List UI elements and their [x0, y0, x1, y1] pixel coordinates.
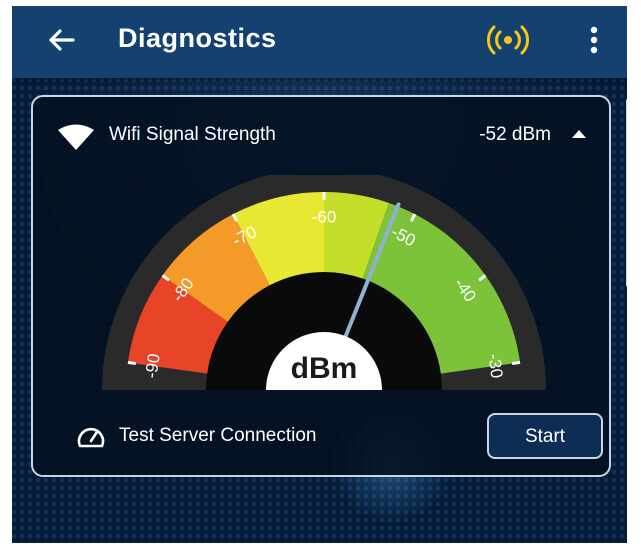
scrollbar[interactable]: [626, 98, 627, 288]
gauge-tick: [127, 360, 137, 366]
app-bar: Diagnostics: [12, 6, 627, 78]
speedometer-icon: [75, 421, 107, 453]
gauge-tick-label: -30: [484, 352, 506, 379]
arrow-left-icon[interactable]: [42, 20, 82, 60]
wifi-icon: [57, 123, 95, 151]
broadcast-icon[interactable]: [484, 22, 532, 58]
gauge-tick-label: -90: [142, 352, 164, 379]
test-server-label: Test Server Connection: [119, 425, 317, 446]
signal-label: Wifi Signal Strength: [109, 124, 276, 145]
signal-value: -52 dBm: [479, 124, 551, 145]
signal-gauge: -90-80-70-60-50-40-30 dBm: [69, 175, 579, 405]
gauge-baseline: [69, 390, 579, 405]
start-button[interactable]: Start: [487, 413, 603, 459]
signal-strength-card: Wifi Signal Strength -52 dBm -90 -80 -70 -6…: [31, 95, 611, 477]
page-title: Diagnostics: [118, 23, 277, 53]
more-vertical-icon[interactable]: [580, 22, 608, 58]
signal-card-header[interactable]: Wifi Signal Strength -52 dBm: [33, 97, 609, 167]
gauge-unit-label: dBm: [291, 352, 358, 385]
gauge-tick: [511, 360, 521, 366]
diagnostics-screen: Diagnostics Wifi Signal Strength -52 dBm…: [12, 6, 627, 543]
chevron-up-icon[interactable]: [571, 127, 587, 141]
gauge-tick-label: -60: [312, 207, 337, 226]
